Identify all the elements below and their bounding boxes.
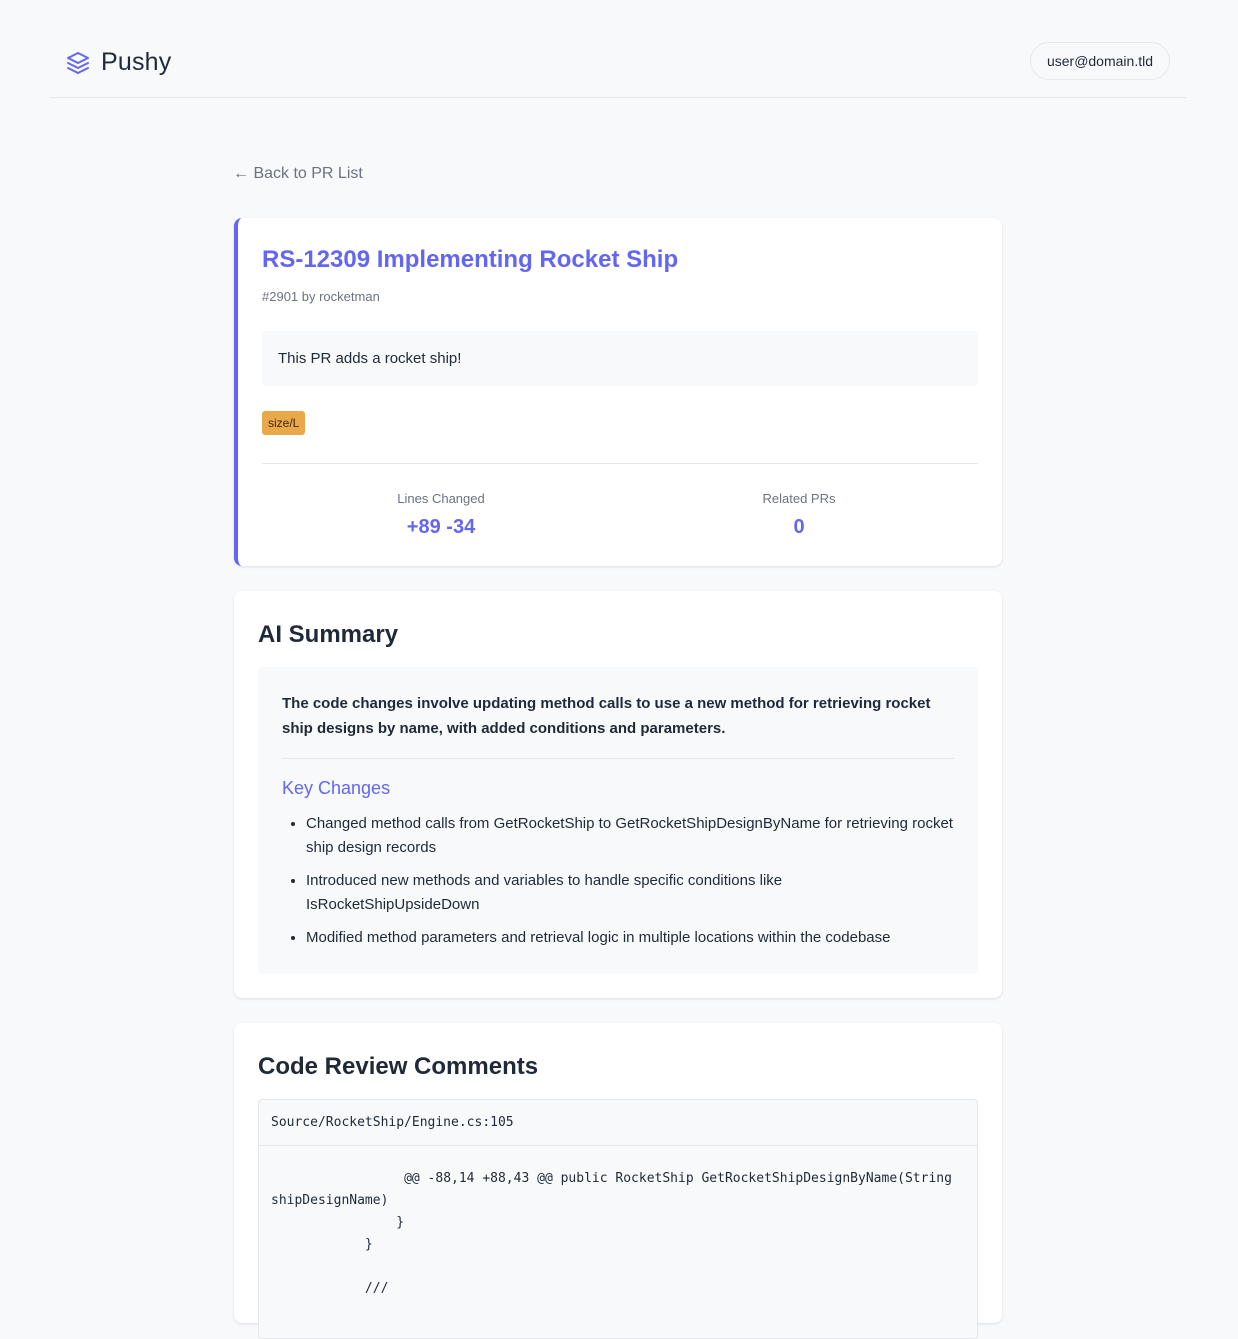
key-changes-title: Key Changes [282,778,391,798]
stat-related-prs: Related PRs 0 [620,491,978,539]
section-title: Code Review Comments [258,1053,539,1080]
divider [282,758,954,759]
diff-snippet: @@ -88,14 +88,43 @@ public RocketShip Ge… [271,1171,952,1296]
stat-lines-changed: Lines Changed +89 -34 [262,491,620,539]
stat-label: Related PRs [762,491,836,506]
key-changes-list: Changed method calls from GetRocketShip … [282,812,954,950]
code-review-card: Code Review Comments Source/RocketShip/E… [234,1023,1002,1339]
brand[interactable]: Pushy [66,48,171,77]
size-label-badge: size/L [262,411,306,435]
pr-title[interactable]: RS-12309 Implementing Rocket Ship [262,246,678,274]
pr-meta: #2901 by rocketman [262,289,380,304]
ai-summary-box: The code changes involve updating method… [258,667,978,974]
top-bar: Pushy user@domain.tld [50,28,1186,98]
list-item: Changed method calls from GetRocketShip … [306,812,954,860]
stat-label: Lines Changed [397,491,485,506]
stat-value: +89 -34 [406,516,476,538]
divider [262,463,978,464]
review-comment: Source/RocketShip/Engine.cs:105 @@ -88,1… [258,1099,978,1339]
section-title: AI Summary [258,621,399,648]
stat-value: 0 [793,516,805,538]
layers-icon [66,51,90,75]
brand-name: Pushy [101,48,172,76]
pr-details-card: RS-12309 Implementing Rocket Ship #2901 … [234,218,1002,566]
comment-file-path[interactable]: Source/RocketShip/Engine.cs:105 [259,1100,977,1146]
ai-summary-card: AI Summary The code changes involve upda… [234,591,1002,998]
ai-summary-text: The code changes involve updating method… [282,695,931,737]
back-to-pr-list-link[interactable]: ← Back to PR List [233,165,363,183]
list-item: Modified method parameters and retrieval… [306,926,954,950]
pr-description: This PR adds a rocket ship! [262,331,978,386]
user-menu-button[interactable]: user@domain.tld [1029,42,1170,80]
list-item: Introduced new methods and variables to … [306,869,954,917]
